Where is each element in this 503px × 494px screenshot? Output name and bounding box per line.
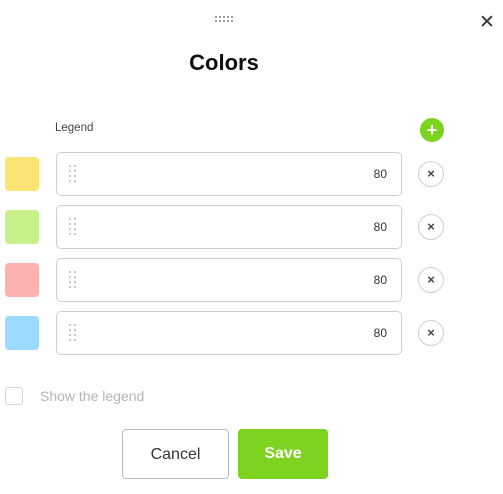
show-legend-checkbox[interactable] <box>5 387 23 405</box>
save-button[interactable]: Save <box>238 429 328 479</box>
color-row: 80 × <box>0 311 503 355</box>
legend-text-field[interactable]: 80 <box>56 205 402 249</box>
color-row: 80 × <box>0 258 503 302</box>
legend-text-field[interactable]: 80 <box>56 258 402 302</box>
remove-color-button[interactable]: × <box>418 161 444 187</box>
close-icon[interactable]: ✕ <box>478 12 496 34</box>
field-value: 80 <box>373 273 387 287</box>
drag-handle-icon[interactable] <box>215 16 235 24</box>
field-value: 80 <box>373 220 387 234</box>
grip-icon[interactable] <box>69 324 77 344</box>
field-value: 80 <box>373 167 387 181</box>
color-swatch[interactable] <box>5 157 39 191</box>
add-color-button[interactable]: + <box>420 118 444 142</box>
color-row: 80 × <box>0 152 503 196</box>
remove-color-button[interactable]: × <box>418 267 444 293</box>
remove-color-button[interactable]: × <box>418 320 444 346</box>
colors-dialog: ✕ Colors Legend + 80 × 80 × 80 × 80 × Sh… <box>0 0 503 494</box>
legend-label: Legend <box>55 122 94 134</box>
color-row: 80 × <box>0 205 503 249</box>
dialog-title: Colors <box>189 50 259 75</box>
grip-icon[interactable] <box>69 165 77 185</box>
show-legend-label[interactable]: Show the legend <box>40 388 144 404</box>
grip-icon[interactable] <box>69 218 77 238</box>
color-swatch[interactable] <box>5 316 39 350</box>
legend-text-field[interactable]: 80 <box>56 311 402 355</box>
remove-color-button[interactable]: × <box>418 214 444 240</box>
field-value: 80 <box>373 326 387 340</box>
cancel-button[interactable]: Cancel <box>122 429 229 479</box>
color-swatch[interactable] <box>5 210 39 244</box>
legend-text-field[interactable]: 80 <box>56 152 402 196</box>
grip-icon[interactable] <box>69 271 77 291</box>
color-swatch[interactable] <box>5 263 39 297</box>
